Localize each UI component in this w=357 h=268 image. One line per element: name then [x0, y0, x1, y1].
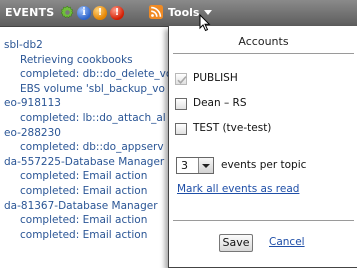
mouse-cursor-icon	[199, 14, 211, 32]
mark-all-read-link[interactable]: Mark all events as read	[177, 183, 299, 195]
chevron-down-icon[interactable]	[198, 158, 213, 173]
gear-icon[interactable]	[60, 5, 75, 20]
events-per-topic-label: events per topic	[221, 159, 307, 171]
cancel-link[interactable]: Cancel	[269, 236, 305, 248]
warning-icon[interactable]: !	[93, 6, 107, 20]
check-icon	[177, 76, 187, 84]
account-checkbox-dean-rs[interactable]	[175, 98, 187, 110]
error-icon[interactable]: !	[110, 6, 124, 20]
events-header: EVENTS i ! ! Tools	[0, 0, 357, 27]
divider	[173, 220, 354, 221]
popup-title: Accounts	[238, 35, 289, 48]
events-per-topic-select[interactable]: 3	[176, 157, 214, 174]
account-label-test: TEST (tve-test)	[193, 122, 272, 134]
tools-label: Tools	[168, 6, 200, 19]
events-title: EVENTS	[5, 6, 55, 19]
account-checkbox-test[interactable]	[175, 123, 187, 135]
account-checkbox-publish[interactable]	[175, 73, 187, 85]
account-label-publish: PUBLISH	[193, 72, 238, 84]
rss-icon[interactable]	[149, 5, 163, 19]
events-per-topic-value: 3	[181, 159, 188, 172]
tools-popup: Accounts PUBLISH Dean – RS TEST (tve-tes…	[168, 26, 357, 268]
save-button[interactable]: Save	[219, 234, 253, 252]
account-label-dean-rs: Dean – RS	[193, 97, 247, 109]
info-icon[interactable]: i	[77, 6, 91, 20]
divider	[173, 53, 354, 54]
